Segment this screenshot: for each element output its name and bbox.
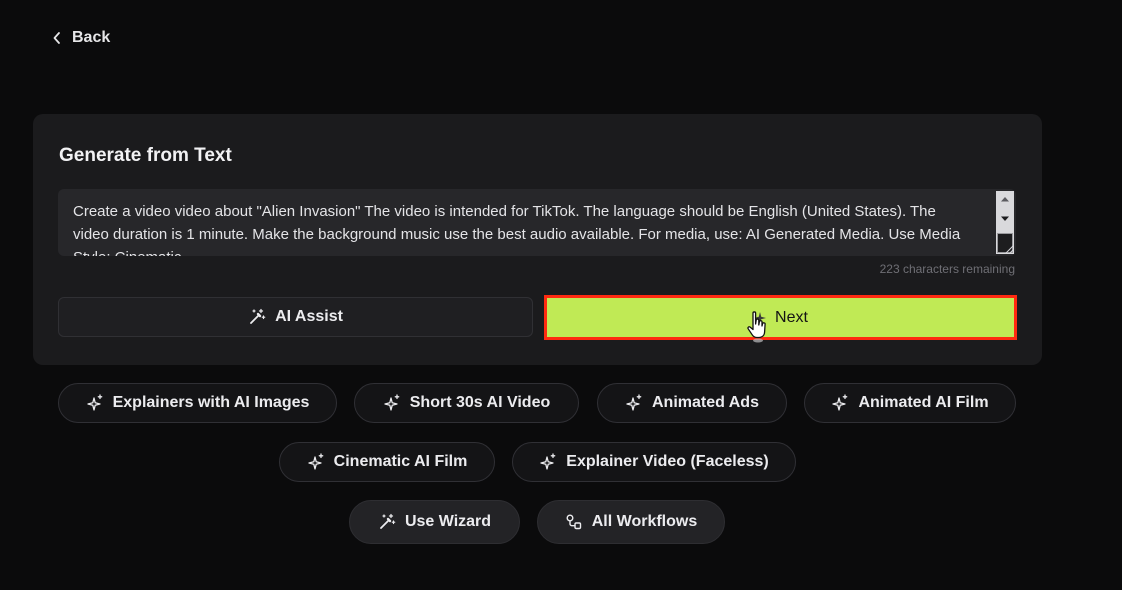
sparkle-icon xyxy=(754,311,767,324)
workflow-chip-explainers-ai-images[interactable]: Explainers with AI Images xyxy=(58,383,337,423)
all-workflows-button[interactable]: All Workflows xyxy=(537,500,725,544)
panel-title: Generate from Text xyxy=(59,145,232,166)
page: Back Generate from Text 223 characters r… xyxy=(0,0,1122,590)
sparkles-icon xyxy=(832,394,848,411)
workflow-icon xyxy=(566,514,581,530)
sparkles-icon xyxy=(626,394,642,411)
sparkles-icon xyxy=(540,453,556,470)
back-label: Back xyxy=(72,29,111,46)
scroll-up-arrow-icon[interactable] xyxy=(996,191,1014,207)
prompt-textarea-container xyxy=(58,189,1016,256)
chevron-left-icon xyxy=(53,32,60,44)
next-label: Next xyxy=(775,308,808,326)
workflow-chip-label: Explainer Video (Faceless) xyxy=(566,453,769,470)
use-wizard-button[interactable]: Use Wizard xyxy=(349,500,520,544)
sparkles-icon xyxy=(384,394,400,411)
magic-wand-icon xyxy=(250,308,266,324)
characters-remaining: 223 characters remaining xyxy=(879,262,1015,276)
next-button[interactable]: Next xyxy=(547,298,1014,337)
workflow-chip-label: Animated Ads xyxy=(652,394,759,411)
resize-grip-icon[interactable] xyxy=(1004,244,1014,254)
use-wizard-label: Use Wizard xyxy=(404,513,492,530)
workflow-chip-label: Short 30s AI Video xyxy=(409,394,551,411)
ai-assist-label: AI Assist xyxy=(275,308,343,325)
prompt-textarea[interactable] xyxy=(58,189,988,256)
workflow-chip-explainer-video-faceless[interactable]: Explainer Video (Faceless) xyxy=(512,442,796,482)
all-workflows-label: All Workflows xyxy=(591,513,698,530)
workflow-chip-label: Explainers with AI Images xyxy=(112,394,310,411)
magic-wand-icon xyxy=(380,513,396,529)
sparkles-icon xyxy=(86,394,102,411)
workflow-chip-cinematic-ai-film[interactable]: Cinematic AI Film xyxy=(279,442,495,482)
workflow-chip-label: Animated AI Film xyxy=(858,394,989,411)
back-button[interactable]: Back xyxy=(52,26,110,50)
workflow-chip-animated-ai-film[interactable]: Animated AI Film xyxy=(804,383,1016,423)
sparkles-icon xyxy=(308,453,324,470)
workflow-chip-animated-ads[interactable]: Animated Ads xyxy=(597,383,787,423)
scroll-down-arrow-icon[interactable] xyxy=(996,211,1014,227)
ai-assist-button[interactable]: AI Assist xyxy=(58,297,533,337)
workflow-chip-short-30s-ai-video[interactable]: Short 30s AI Video xyxy=(354,383,579,423)
workflow-chip-label: Cinematic AI Film xyxy=(333,453,468,470)
generate-panel: Generate from Text 223 characters remain… xyxy=(33,114,1042,365)
